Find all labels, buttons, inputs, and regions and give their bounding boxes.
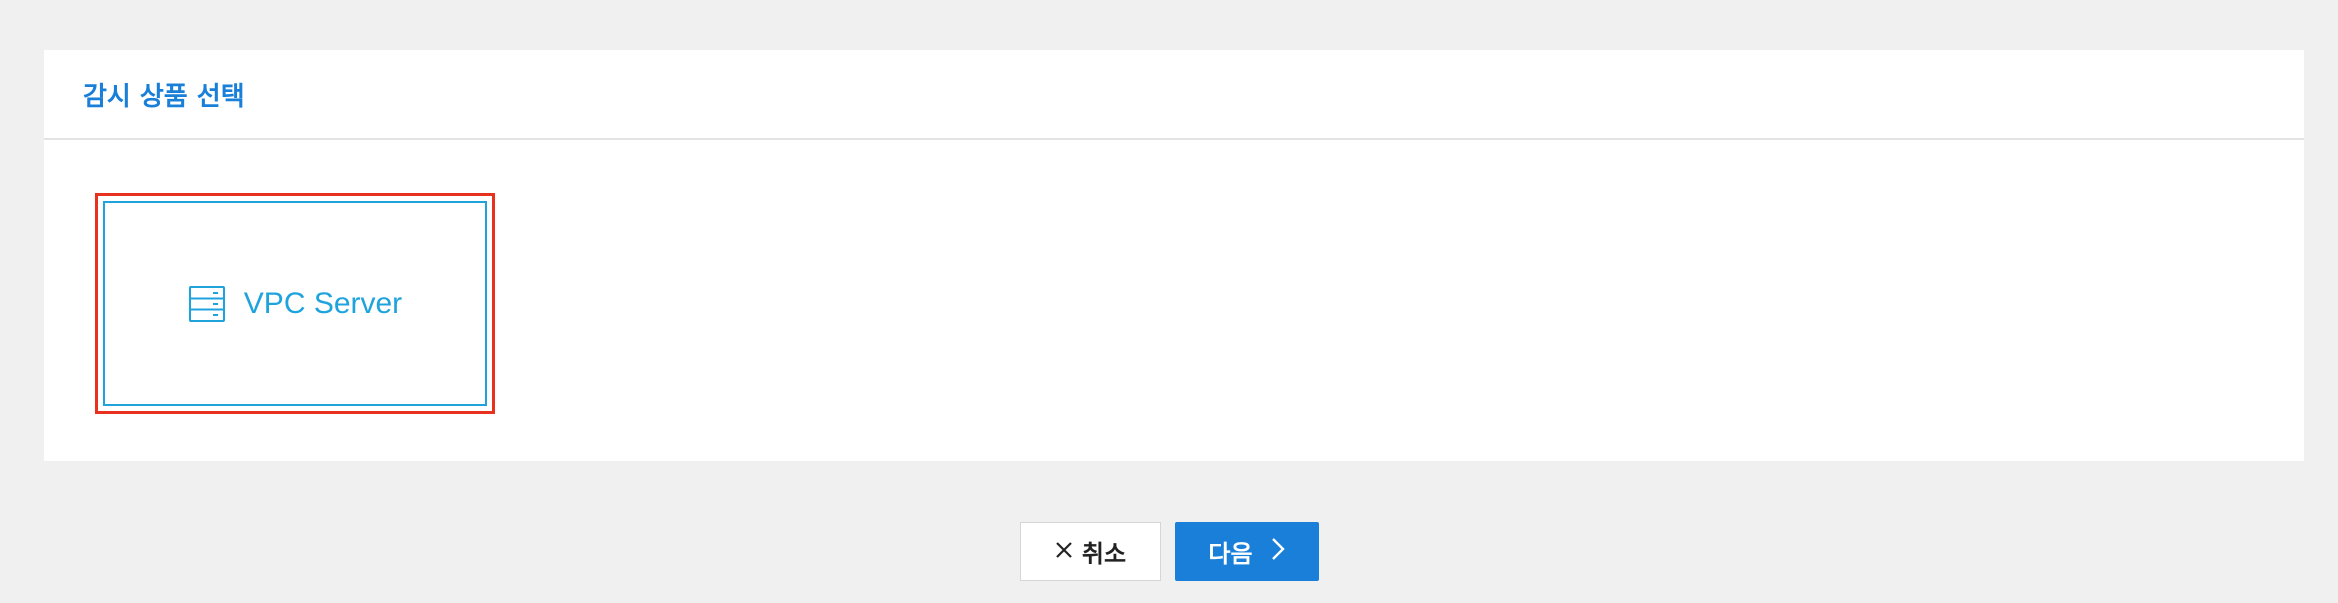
- chevron-right-icon: [1271, 537, 1285, 567]
- product-label: VPC Server: [243, 286, 403, 320]
- footer-button-bar: 취소 다음: [0, 522, 2338, 581]
- cancel-button[interactable]: 취소: [1019, 522, 1161, 581]
- server-icon: [188, 285, 226, 323]
- product-selection-panel: 감시 상품 선택 VPC Server: [44, 50, 2304, 461]
- page-title: 감시 상품 선택: [83, 81, 245, 112]
- next-button-label: 다음: [1208, 540, 1253, 568]
- close-icon: [1054, 538, 1074, 566]
- cancel-button-label: 취소: [1081, 540, 1127, 568]
- panel-header: 감시 상품 선택: [44, 50, 2304, 140]
- selected-product-highlight: VPC Server: [95, 193, 495, 414]
- next-button[interactable]: 다음: [1174, 522, 1319, 581]
- product-card-vpc-server[interactable]: VPC Server: [103, 201, 487, 406]
